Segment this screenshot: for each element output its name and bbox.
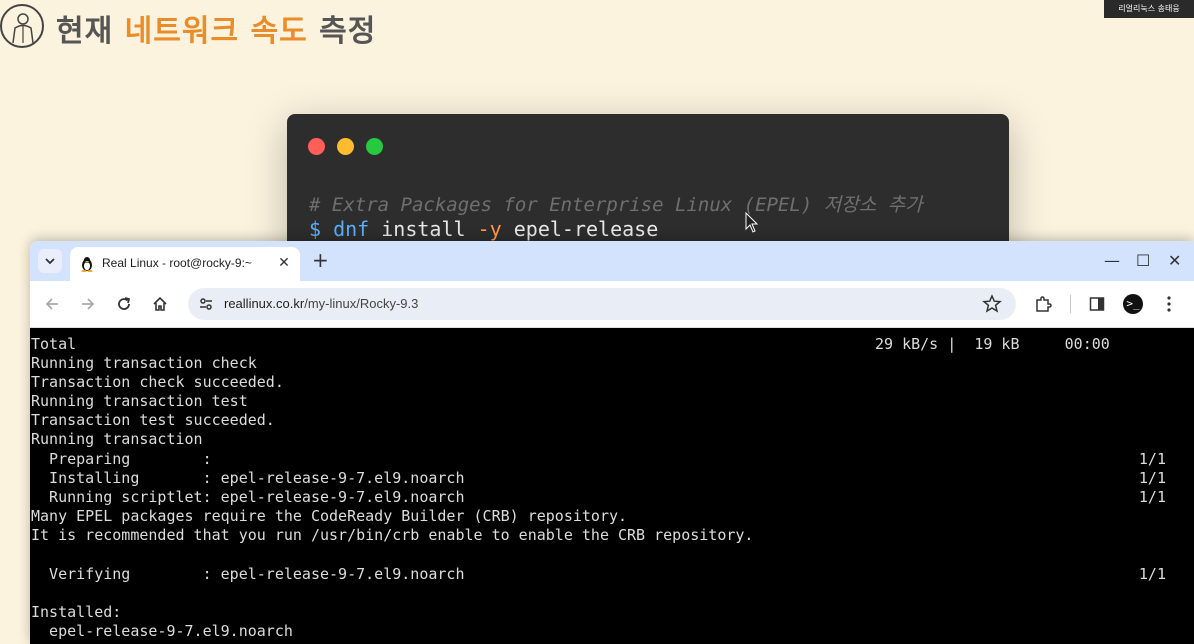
slide-title-suffix: 측정: [307, 14, 377, 49]
code-cmd-dnf: dnf: [333, 217, 370, 241]
terminal-line: Transaction check succeeded.: [31, 373, 284, 391]
mouse-cursor-icon: [745, 212, 759, 233]
forward-arrow-icon: [82, 298, 95, 310]
code-cmd-package: epel-release: [513, 217, 659, 241]
site-info-icon[interactable]: [198, 296, 214, 312]
url-path: /my-linux/Rocky-9.3: [304, 296, 419, 311]
terminal-line: Installing : epel-release-9-7.el9.noarch: [31, 469, 465, 487]
tab-close-icon[interactable]: ✕: [276, 255, 292, 271]
slide-title: 현재 네트워크 속도 측정: [56, 6, 376, 50]
terminal-line: Verifying : epel-release-9-7.el9.noarch: [31, 565, 465, 583]
side-panel-icon: [1089, 297, 1105, 311]
maximize-window-icon[interactable]: ☐: [1136, 251, 1150, 271]
profile-avatar: >_: [1123, 294, 1143, 314]
terminal-progress: 1/1: [1138, 488, 1166, 506]
terminal-progress: 1/1: [1138, 469, 1166, 487]
close-window-icon[interactable]: ✕: [1168, 251, 1181, 271]
terminal-line: Running transaction: [31, 430, 203, 448]
puzzle-icon: [1036, 296, 1052, 312]
terminal-total-stats: 29 kB/s | 19 kB 00:00: [875, 335, 1110, 353]
terminal-progress: 1/1: [1138, 565, 1166, 583]
code-prompt: $: [309, 217, 322, 241]
side-panel-button[interactable]: [1086, 293, 1108, 315]
terminal-line: Preparing :: [31, 450, 212, 468]
minimize-window-icon[interactable]: —: [1104, 251, 1120, 271]
new-tab-button[interactable]: +: [312, 250, 329, 270]
code-cmd-install: install: [381, 217, 466, 241]
terminal-line: Running scriptlet: epel-release-9-7.el9.…: [31, 488, 465, 506]
red-dot-icon: [308, 138, 325, 155]
home-icon: [153, 296, 167, 311]
url-host: reallinux.co.kr: [224, 296, 305, 311]
browser-window: Real Linux - root@rocky-9:~ ✕ + — ☐ ✕ re…: [30, 241, 1194, 644]
terminal-line: Many EPEL packages require the CodeReady…: [31, 507, 628, 525]
profile-button[interactable]: >_: [1122, 293, 1144, 315]
presenter-logo: [0, 4, 44, 48]
slide-title-prefix: 현재: [56, 14, 125, 49]
browser-toolbar: reallinux.co.kr/my-linux/Rocky-9.3 >_: [30, 281, 1194, 328]
tab-search-button[interactable]: [38, 249, 62, 273]
more-vertical-icon: [1167, 296, 1171, 312]
back-arrow-icon: [45, 298, 58, 310]
terminal-line: Running transaction check: [31, 354, 257, 372]
yellow-dot-icon: [337, 138, 354, 155]
terminal-line: Transaction test succeeded.: [31, 411, 275, 429]
browser-menu-button[interactable]: [1158, 293, 1180, 315]
terminal-line: It is recommended that you run /usr/bin/…: [31, 526, 754, 544]
green-dot-icon: [366, 138, 383, 155]
tux-penguin-icon: [81, 257, 93, 272]
tab-real-linux[interactable]: Real Linux - root@rocky-9:~ ✕: [70, 247, 300, 281]
tab-title: Real Linux - root@rocky-9:~: [102, 256, 252, 270]
extensions-button[interactable]: [1032, 293, 1054, 315]
toolbar-divider: [1070, 295, 1071, 313]
bookmark-star-icon[interactable]: [982, 294, 1002, 314]
chevron-down-icon: [45, 258, 55, 265]
forward-button[interactable]: [78, 294, 98, 314]
url-text: reallinux.co.kr/my-linux/Rocky-9.3: [224, 296, 418, 311]
terminal-line: epel-release-9-7.el9.noarch: [31, 622, 293, 640]
back-button[interactable]: [42, 294, 62, 314]
reload-icon: [118, 297, 131, 310]
address-bar[interactable]: reallinux.co.kr/my-linux/Rocky-9.3: [188, 288, 1016, 320]
code-command: $ dnf install -y epel-release: [309, 217, 658, 241]
reload-button[interactable]: [114, 294, 134, 314]
terminal-progress: 1/1: [1138, 450, 1166, 468]
presenter-video-label: 리얼리눅스 송태웅: [1104, 0, 1194, 18]
terminal-line: Total: [31, 335, 77, 353]
home-button[interactable]: [150, 294, 170, 314]
tab-strip: Real Linux - root@rocky-9:~ ✕ + — ☐ ✕: [30, 241, 1194, 281]
terminal-line: Installed:: [31, 603, 122, 621]
terminal[interactable]: Total 29 kB/s | 19 kB 00:00 Running tran…: [30, 328, 1194, 644]
terminal-line: Running transaction test: [31, 392, 248, 410]
slide-title-accent: 네트워크 속도: [124, 14, 308, 49]
code-comment: # Extra Packages for Enterprise Linux (E…: [309, 194, 923, 216]
code-cmd-flag: -y: [477, 217, 502, 241]
